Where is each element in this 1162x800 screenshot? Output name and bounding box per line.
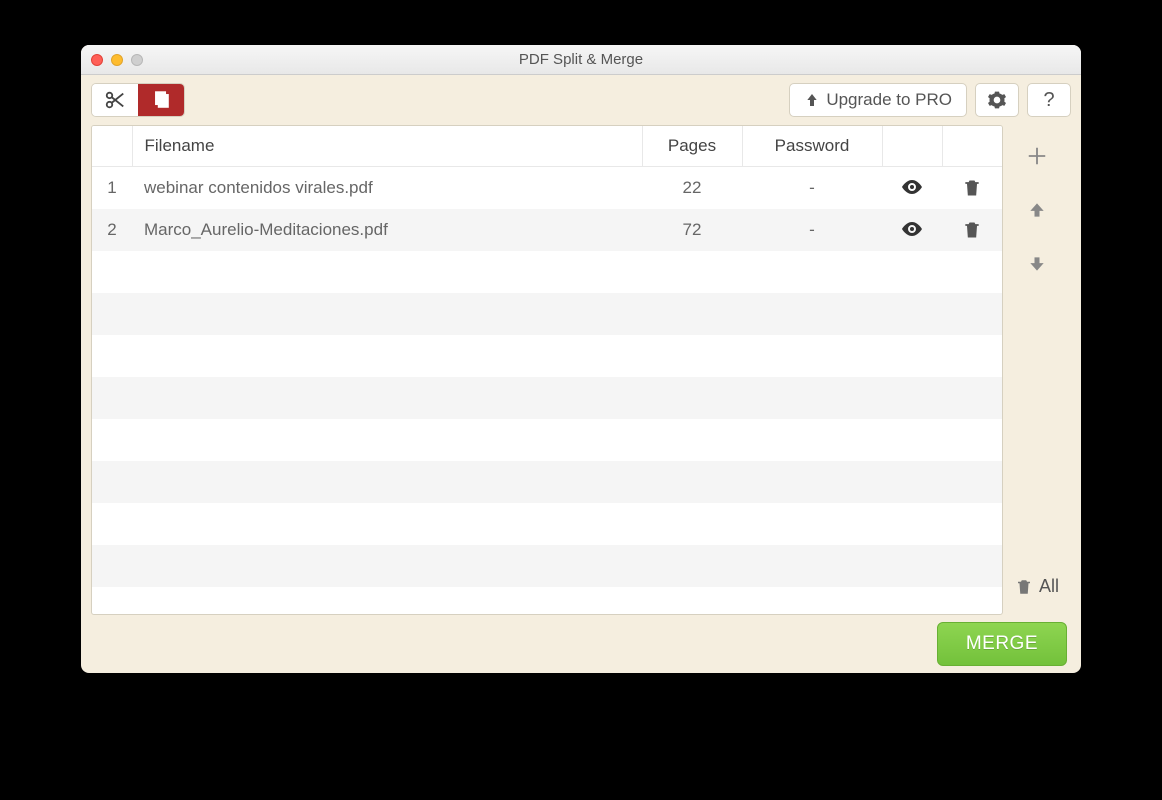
- filename-column-header[interactable]: Filename: [132, 126, 642, 167]
- row-pages: 72: [642, 209, 742, 251]
- plus-icon: [1026, 145, 1048, 167]
- eye-icon: [900, 175, 924, 199]
- index-column-header: [92, 126, 132, 167]
- delete-row-button[interactable]: [957, 215, 987, 245]
- table-row: [92, 335, 1002, 377]
- side-toolbar: All: [1003, 125, 1071, 615]
- help-label: ?: [1043, 89, 1054, 112]
- split-mode-button[interactable]: [92, 84, 138, 116]
- delete-all-button[interactable]: All: [1015, 576, 1059, 615]
- trash-icon: [1015, 578, 1033, 596]
- main-body: Filename Pages Password 1webinar conteni…: [81, 125, 1081, 615]
- preview-button[interactable]: [897, 172, 927, 202]
- app-window: PDF Split & Merge Upgrade to PRO ?: [81, 45, 1081, 673]
- table-row[interactable]: 2Marco_Aurelio-Meditaciones.pdf72-: [92, 209, 1002, 251]
- help-button[interactable]: ?: [1027, 83, 1071, 117]
- file-table-container: Filename Pages Password 1webinar conteni…: [91, 125, 1003, 615]
- arrow-up-icon: [1027, 200, 1047, 220]
- move-up-button[interactable]: [1020, 193, 1054, 227]
- mode-segmented-control: [91, 83, 185, 117]
- move-down-button[interactable]: [1020, 247, 1054, 281]
- password-column-header[interactable]: Password: [742, 126, 882, 167]
- table-row: [92, 461, 1002, 503]
- delete-all-label: All: [1039, 576, 1059, 597]
- table-row: [92, 503, 1002, 545]
- trash-icon: [962, 220, 982, 240]
- upgrade-button[interactable]: Upgrade to PRO: [789, 83, 967, 117]
- delete-row-button[interactable]: [957, 173, 987, 203]
- table-row: [92, 419, 1002, 461]
- pages-column-header[interactable]: Pages: [642, 126, 742, 167]
- table-row[interactable]: 1webinar contenidos virales.pdf22-: [92, 167, 1002, 209]
- arrow-down-icon: [1027, 254, 1047, 274]
- table-row: [92, 251, 1002, 293]
- table-row: [92, 293, 1002, 335]
- add-file-button[interactable]: [1020, 139, 1054, 173]
- upload-arrow-icon: [804, 92, 820, 108]
- table-row: [92, 377, 1002, 419]
- documents-icon: [150, 89, 172, 111]
- row-index: 1: [92, 167, 132, 209]
- delete-column-header: [942, 126, 1002, 167]
- row-index: 2: [92, 209, 132, 251]
- eye-icon: [900, 217, 924, 241]
- merge-mode-button[interactable]: [138, 84, 184, 116]
- merge-button[interactable]: MERGE: [937, 622, 1067, 666]
- preview-button[interactable]: [897, 214, 927, 244]
- file-table: Filename Pages Password 1webinar conteni…: [92, 126, 1002, 587]
- settings-button[interactable]: [975, 83, 1019, 117]
- row-filename: webinar contenidos virales.pdf: [132, 167, 642, 209]
- footer: MERGE: [81, 615, 1081, 673]
- trash-icon: [962, 178, 982, 198]
- upgrade-label: Upgrade to PRO: [826, 90, 952, 110]
- scissors-icon: [104, 89, 126, 111]
- row-password: -: [742, 209, 882, 251]
- preview-column-header: [882, 126, 942, 167]
- row-filename: Marco_Aurelio-Meditaciones.pdf: [132, 209, 642, 251]
- row-password: -: [742, 167, 882, 209]
- gear-icon: [987, 90, 1007, 110]
- row-pages: 22: [642, 167, 742, 209]
- toolbar: Upgrade to PRO ?: [81, 75, 1081, 125]
- window-title: PDF Split & Merge: [81, 51, 1081, 68]
- table-row: [92, 545, 1002, 587]
- titlebar: PDF Split & Merge: [81, 45, 1081, 75]
